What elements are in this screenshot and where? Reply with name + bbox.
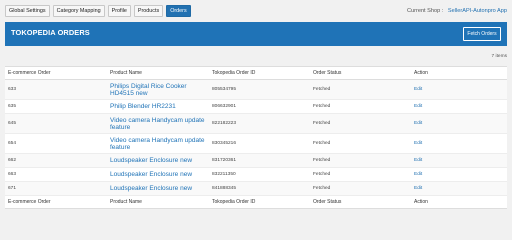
fetch-orders-button[interactable]: Fetch Orders xyxy=(463,27,501,41)
table-row: 633 Philips Digital Rice Cooker HD4515 n… xyxy=(5,79,507,100)
cell-product-name[interactable]: Philip Blender HR2231 xyxy=(107,99,209,114)
cell-ecommerce-order: 662 xyxy=(5,153,107,168)
cell-tokopedia-order-id: 841888345 xyxy=(209,181,310,196)
column-header-tokopedia-order-id[interactable]: Tokopedia Order ID xyxy=(209,66,310,80)
column-footer-tokopedia-order-id[interactable]: Tokopedia Order ID xyxy=(209,195,310,209)
column-footer-product-name[interactable]: Product Name xyxy=(107,195,209,209)
cell-product-name[interactable]: Loudspeaker Enclosure new xyxy=(107,181,209,196)
cell-ecommerce-order: 663 xyxy=(5,167,107,182)
cell-tokopedia-order-id: 832211350 xyxy=(209,167,310,182)
items-count: 7 items xyxy=(491,54,507,59)
table-row: 671 Loudspeaker Enclosure new 841888345 … xyxy=(5,181,507,196)
table-row: 635 Philip Blender HR2231 806632901 Fetc… xyxy=(5,99,507,114)
cell-order-status: Fetched xyxy=(310,153,411,168)
cell-order-status: Fetched xyxy=(310,133,411,154)
cell-tokopedia-order-id: 805534795 xyxy=(209,79,310,100)
cell-order-status: Fetched xyxy=(310,181,411,196)
edit-link[interactable]: Edit xyxy=(411,181,507,196)
cell-ecommerce-order: 645 xyxy=(5,113,107,134)
cell-product-name[interactable]: Video camera Handycam update feature xyxy=(107,113,209,134)
orders-table-container: E-commerce Order Product Name Tokopedia … xyxy=(5,66,507,209)
cell-product-name[interactable]: Philips Digital Rice Cooker HD4515 new xyxy=(107,79,209,100)
cell-order-status: Fetched xyxy=(310,99,411,114)
table-row: 662 Loudspeaker Enclosure new 831720361 … xyxy=(5,153,507,168)
cell-product-name[interactable]: Loudspeaker Enclosure new xyxy=(107,153,209,168)
cell-order-status: Fetched xyxy=(310,113,411,134)
cell-ecommerce-order: 654 xyxy=(5,133,107,154)
table-header-row: E-commerce Order Product Name Tokopedia … xyxy=(5,66,507,80)
cell-tokopedia-order-id: 830345216 xyxy=(209,133,310,154)
edit-link[interactable]: Edit xyxy=(411,153,507,168)
orders-header: TOKOPEDIA ORDERS Fetch Orders xyxy=(5,22,507,46)
column-header-product-name[interactable]: Product Name xyxy=(107,66,209,80)
current-shop-label: Current Shop : xyxy=(406,8,444,14)
tab-orders[interactable]: Orders xyxy=(166,5,191,17)
column-header-ecommerce-order[interactable]: E-commerce Order xyxy=(5,66,107,80)
page-title: TOKOPEDIA ORDERS xyxy=(11,28,90,37)
current-shop: Current Shop : SellerAPI-Autonpro App xyxy=(407,6,507,16)
settings-tabs: Global Settings Category Mapping Profile… xyxy=(5,5,191,17)
orders-table: E-commerce Order Product Name Tokopedia … xyxy=(5,66,507,209)
top-bar: Global Settings Category Mapping Profile… xyxy=(5,5,507,17)
tab-global-settings[interactable]: Global Settings xyxy=(5,5,50,17)
column-footer-action: Action xyxy=(411,195,507,209)
edit-link[interactable]: Edit xyxy=(411,133,507,154)
cell-tokopedia-order-id: 822182223 xyxy=(209,113,310,134)
table-row: 654 Video camera Handycam update feature… xyxy=(5,133,507,154)
tab-profile[interactable]: Profile xyxy=(107,5,131,17)
edit-link[interactable]: Edit xyxy=(411,99,507,114)
cell-ecommerce-order: 633 xyxy=(5,79,107,100)
cell-tokopedia-order-id: 806632901 xyxy=(209,99,310,114)
cell-order-status: Fetched xyxy=(310,167,411,182)
column-footer-order-status[interactable]: Order Status xyxy=(310,195,411,209)
cell-product-name[interactable]: Loudspeaker Enclosure new xyxy=(107,167,209,182)
column-footer-ecommerce-order[interactable]: E-commerce Order xyxy=(5,195,107,209)
edit-link[interactable]: Edit xyxy=(411,167,507,182)
edit-link[interactable]: Edit xyxy=(411,79,507,100)
column-header-action: Action xyxy=(411,66,507,80)
tab-category-mapping[interactable]: Category Mapping xyxy=(52,5,105,17)
current-shop-link[interactable]: SellerAPI-Autonpro App xyxy=(448,8,507,14)
cell-order-status: Fetched xyxy=(310,79,411,100)
column-header-order-status[interactable]: Order Status xyxy=(310,66,411,80)
cell-ecommerce-order: 671 xyxy=(5,181,107,196)
table-row: 645 Video camera Handycam update feature… xyxy=(5,113,507,134)
table-row: 663 Loudspeaker Enclosure new 832211350 … xyxy=(5,167,507,182)
tab-products[interactable]: Products xyxy=(133,5,164,17)
cell-product-name[interactable]: Video camera Handycam update feature xyxy=(107,133,209,154)
cell-tokopedia-order-id: 831720361 xyxy=(209,153,310,168)
cell-ecommerce-order: 635 xyxy=(5,99,107,114)
table-footer-row: E-commerce Order Product Name Tokopedia … xyxy=(5,195,507,209)
edit-link[interactable]: Edit xyxy=(411,113,507,134)
